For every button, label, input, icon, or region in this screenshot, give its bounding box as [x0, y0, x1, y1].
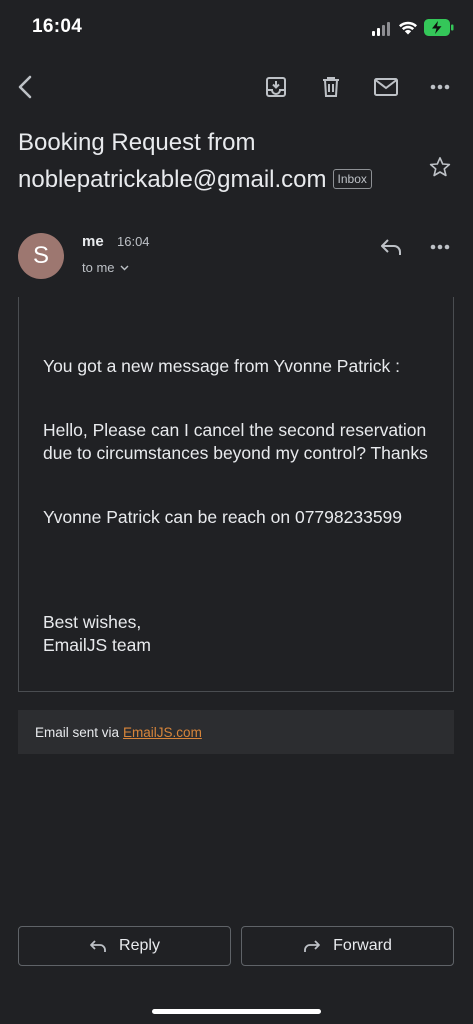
email-footer: Email sent via EmailJS.com: [18, 710, 454, 754]
sender-avatar[interactable]: S: [18, 233, 64, 279]
message-text: Hello, Please can I cancel the second re…: [43, 420, 428, 463]
inbox-label-chip[interactable]: Inbox: [332, 169, 372, 189]
message-body-card: You got a new message from Yvonne Patric…: [18, 297, 454, 692]
mail-icon: [374, 78, 398, 96]
delete-button[interactable]: [315, 71, 347, 103]
wifi-icon: [399, 21, 417, 35]
email-subject: Booking Request from noblepatrickable@gm…: [18, 124, 418, 198]
message-contact: Yvonne Patrick can be reach on 077982335…: [43, 507, 403, 527]
reply-label: Reply: [119, 937, 160, 954]
signoff-line-2: EmailJS team: [43, 635, 151, 655]
subject-line-1: Booking Request from: [18, 129, 256, 156]
battery-charging-icon: [424, 19, 454, 36]
reply-button[interactable]: Reply: [18, 926, 231, 966]
cellular-signal-icon: [372, 20, 392, 36]
reply-quick-button[interactable]: [375, 231, 407, 263]
subject-line-2: noblepatrickable@gmail.com: [18, 166, 327, 193]
chevron-down-icon: [120, 265, 129, 270]
mark-unread-button[interactable]: [370, 71, 402, 103]
forward-button[interactable]: Forward: [241, 926, 454, 966]
reply-icon: [381, 239, 401, 255]
sender-name: me: [82, 233, 104, 250]
sent-time: 16:04: [117, 234, 150, 249]
back-arrow-icon: [18, 75, 32, 99]
more-icon: [430, 244, 450, 250]
status-time: 16:04: [32, 16, 83, 37]
forward-icon: [304, 940, 321, 952]
message-more-button[interactable]: [424, 231, 456, 263]
more-options-button[interactable]: [424, 71, 456, 103]
recipient-details-toggle[interactable]: to me: [82, 260, 129, 275]
home-indicator[interactable]: [152, 1009, 321, 1014]
archive-button[interactable]: [260, 71, 292, 103]
emailjs-link[interactable]: EmailJS.com: [123, 725, 202, 740]
star-icon: [429, 157, 451, 177]
forward-label: Forward: [333, 937, 392, 954]
star-button[interactable]: [424, 151, 456, 183]
footer-prefix: Email sent via: [35, 724, 120, 740]
recipient-label: to me: [82, 260, 115, 275]
message-intro: You got a new message from Yvonne Patric…: [43, 356, 401, 376]
archive-icon: [266, 77, 286, 97]
more-icon: [430, 84, 450, 90]
back-button[interactable]: [9, 71, 41, 103]
trash-icon: [323, 77, 339, 97]
signoff-line-1: Best wishes,: [43, 612, 142, 632]
reply-icon: [90, 940, 106, 952]
